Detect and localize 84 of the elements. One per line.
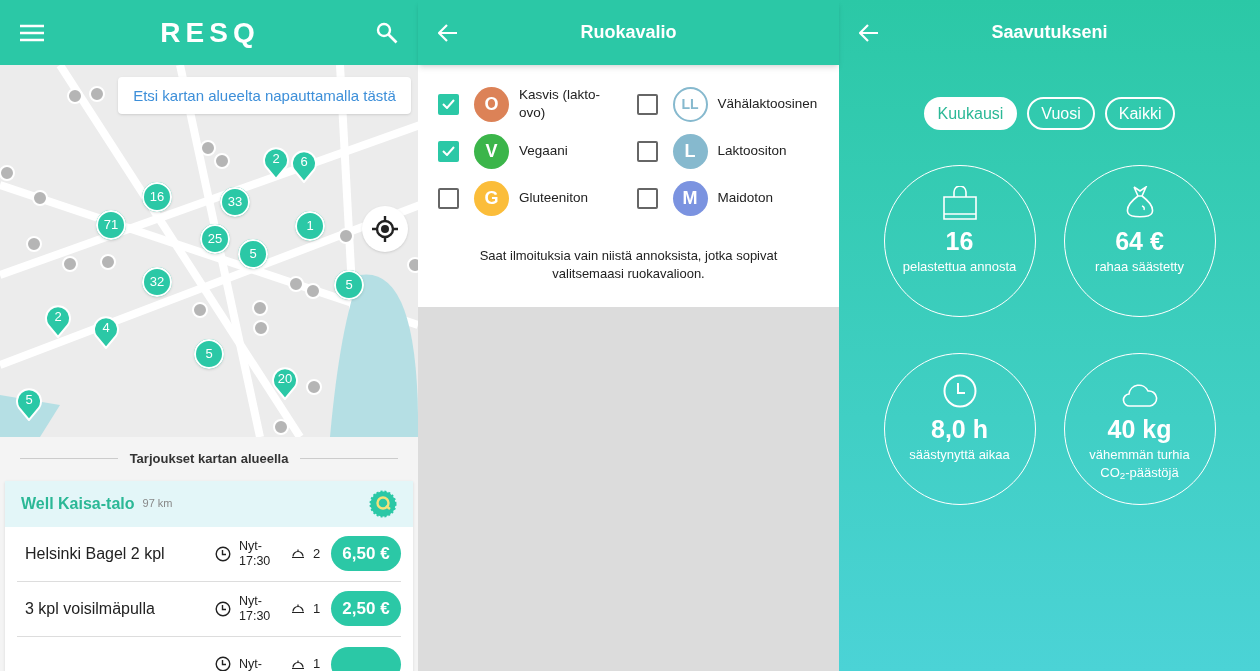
pickup-time: Nyt- (239, 656, 263, 671)
price-button[interactable] (331, 646, 401, 671)
period-tab[interactable]: Kaikki (1104, 97, 1176, 130)
stat-value: 64 € (1115, 226, 1164, 257)
search-icon[interactable] (376, 21, 398, 44)
map-cluster-marker[interactable]: 71 (96, 210, 126, 240)
map-pin-marker[interactable]: 2 (263, 146, 289, 180)
map-pin-marker[interactable]: 2 (45, 304, 71, 338)
pickup-time: Nyt- 17:30 (239, 538, 272, 569)
diet-label: Kasvis (lakto-ovo) (519, 86, 602, 122)
period-tab[interactable]: Kuukausi (923, 97, 1018, 130)
offer-name: 3 kpl voisilmäpulla (25, 598, 156, 619)
stat-value: 8,0 h (931, 414, 988, 445)
locate-button[interactable] (362, 206, 408, 252)
map-search-prompt[interactable]: Etsi kartan alueelta napauttamalla tästä (118, 77, 411, 114)
back-arrow-icon[interactable] (438, 23, 458, 42)
diet-label: Maidoton (717, 189, 775, 207)
map-pin-marker[interactable]: 4 (93, 315, 119, 349)
checkbox[interactable] (438, 140, 459, 162)
checkbox[interactable] (438, 93, 459, 115)
store-distance: 97 km (142, 496, 173, 512)
map-cluster-marker[interactable]: 5 (238, 239, 268, 269)
app-logo: RESQ (160, 15, 260, 50)
diet-badge: M (672, 180, 708, 216)
section-title: Tarjoukset kartan alueella (129, 450, 289, 468)
period-tab[interactable]: Vuosi (1027, 97, 1095, 130)
map-cluster-marker[interactable]: 25 (200, 224, 230, 254)
diet-label: Gluteeniton (519, 189, 590, 207)
map-cluster-marker[interactable]: 1 (295, 211, 325, 241)
portion-count: 2 (313, 544, 322, 563)
dish-cover-icon (291, 658, 305, 670)
stat-caption: pelastettua annosta (901, 258, 1018, 276)
cloud-icon (1121, 384, 1158, 408)
diet-label: Laktoositon (717, 142, 788, 160)
stat-value: 16 (945, 226, 974, 257)
stat-caption: vähemmän turhia CO$_{2}$-päästöjä (1088, 446, 1191, 482)
store-header[interactable]: Well Kaisa-talo 97 km (5, 480, 413, 527)
stat-caption: säästynyttä aikaa (908, 446, 1011, 464)
clock-icon (215, 656, 231, 671)
diet-badge: O (474, 86, 509, 122)
map-cluster-marker[interactable]: 16 (142, 182, 172, 212)
info-text: Saat ilmoituksia vain niistä annoksista, jotka sopivat valitsemaasi ruokavalioon. (478, 247, 779, 283)
stat-value: 40 kg (1107, 414, 1172, 445)
checkbox[interactable] (636, 93, 658, 115)
map-cluster-marker[interactable]: 32 (142, 267, 172, 297)
dish-cover-icon (291, 548, 305, 559)
check-icon (442, 146, 455, 156)
portion-count: 1 (313, 655, 322, 671)
clock-icon (215, 545, 231, 562)
menu-icon[interactable] (20, 23, 44, 42)
back-arrow-icon[interactable] (859, 23, 879, 42)
stat-caption: rahaa säästetty (1094, 258, 1185, 276)
money-sack-icon (1124, 186, 1155, 220)
map-cluster-marker[interactable]: 33 (220, 187, 250, 217)
badge-icon (369, 489, 397, 518)
checkbox[interactable] (438, 187, 459, 209)
offer-name: Helsinki Bagel 2 kpl (25, 543, 166, 564)
diet-label: Vegaani (519, 142, 569, 160)
map-pin-marker[interactable]: 6 (291, 149, 317, 183)
map-pin-marker[interactable]: 5 (16, 387, 42, 421)
map-cluster-marker[interactable]: 5 (334, 270, 364, 300)
clock-icon (215, 600, 231, 617)
checkbox[interactable] (636, 140, 658, 162)
map-pin-marker[interactable]: 20 (272, 366, 298, 400)
portion-count: 1 (313, 599, 322, 618)
shopping-bag-icon (941, 186, 978, 220)
checkbox[interactable] (636, 187, 658, 209)
dish-cover-icon (291, 603, 305, 614)
map-cluster-marker[interactable]: 5 (194, 339, 224, 369)
screen-title: Ruokavalio (579, 21, 678, 44)
diet-badge: L (672, 133, 708, 169)
store-name: Well Kaisa-talo (21, 493, 135, 514)
screen-title: Saavutukseni (990, 21, 1109, 44)
diet-label: Vähälaktoosinen (717, 95, 819, 113)
diet-badge: V (474, 133, 509, 169)
price-button[interactable]: 6,50 € (331, 536, 401, 571)
crosshair-icon (372, 216, 398, 242)
price-button[interactable]: 2,50 € (331, 591, 401, 626)
pickup-time: Nyt- 17:30 (239, 593, 272, 624)
check-icon (442, 99, 455, 109)
clock-icon (942, 374, 977, 408)
diet-badge: LL (672, 86, 708, 122)
map[interactable]: 16 33 71 25 5 1 32 5 5 2 2 6 4 20 5 Etsi kartan alueelta napauttamalla tästä (0, 65, 418, 437)
diet-badge: G (474, 180, 509, 216)
